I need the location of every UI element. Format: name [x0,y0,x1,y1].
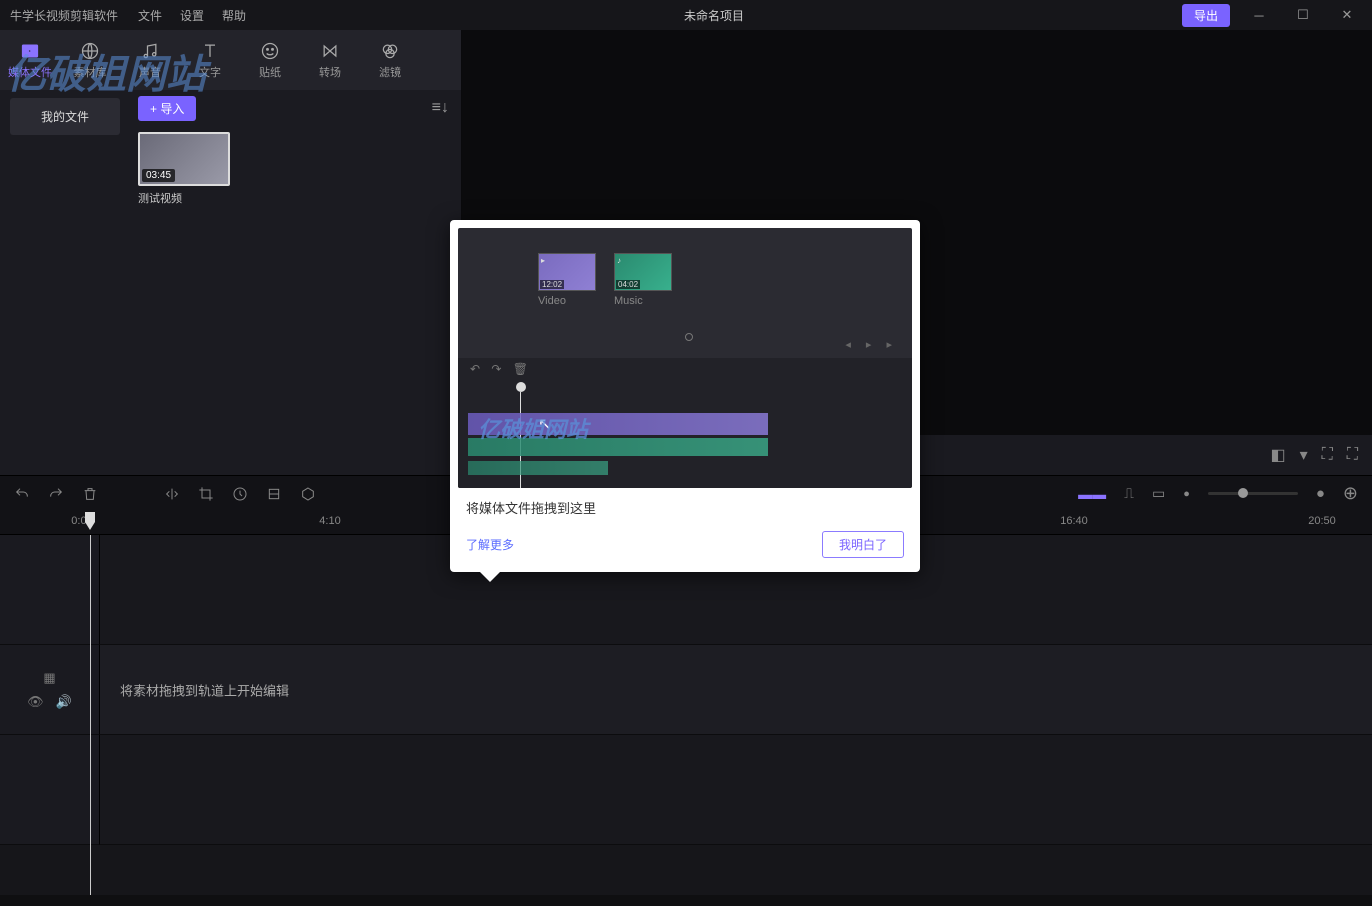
snapshot-icon[interactable]: ◧ [1270,445,1285,465]
dropdown-icon[interactable]: ▾ [1300,445,1308,465]
thumbnail: 03:45 [138,132,230,186]
watermark: 亿破姐网站 [478,412,588,444]
tick: 20:50 [1308,515,1336,527]
tab-label: 媒体文件 [0,64,60,80]
tab-label: 声音 [120,64,180,80]
demo-label: Music [614,295,672,307]
sidebar-item-my-files[interactable]: 我的文件 [10,98,120,135]
transition-icon [300,40,360,62]
zoom-in-icon[interactable]: ● [1316,485,1325,502]
track-row [0,735,1372,845]
export-button[interactable]: 导出 [1182,4,1230,27]
add-track-icon[interactable]: ⊕ [1343,483,1358,504]
tab-media[interactable]: 媒体文件 [0,34,60,86]
tab-label: 滤镜 [360,64,420,80]
playhead[interactable] [84,511,96,538]
menu-help[interactable]: 帮助 [222,7,246,24]
tab-label: 文字 [180,64,240,80]
sort-icon[interactable]: ≡↓ [428,95,453,121]
tab-label: 贴纸 [240,64,300,80]
track-placeholder: 将素材拖拽到轨道上开始编辑 [120,680,289,699]
zoom-slider[interactable] [1208,492,1298,495]
tick: 16:40 [1060,515,1088,527]
track-view-icon[interactable]: ▬▬ [1078,486,1106,502]
demo-dur: 04:02 [616,280,640,289]
link-icon[interactable]: ▭ [1152,485,1165,502]
app-name: 牛学长视频剪辑软件 [10,7,118,24]
rotate-icon[interactable] [266,486,282,502]
timeline-tracks: ▦ 👁 🔊 将素材拖拽到轨道上开始编辑 [0,535,1372,895]
media-icon [0,40,60,62]
learn-more-link[interactable]: 了解更多 [466,536,514,553]
media-area: + 导入 ≡↓ 03:45 测试视频 [130,90,461,475]
tab-transition[interactable]: 转场 [300,34,360,86]
tab-label: 转场 [300,64,360,80]
media-sidebar: 我的文件 [0,90,130,475]
media-name: 测试视频 [138,190,230,206]
eye-icon[interactable]: 👁 [27,694,44,710]
grid-icon[interactable]: ▦ [43,670,55,686]
tab-sticker[interactable]: 贴纸 [240,34,300,86]
marker-icon[interactable] [300,486,316,502]
media-grid: 03:45 测试视频 [130,126,461,212]
tooltip-illustration: ▸12:02 Video ♪04:02 Music ◂ ▸ ▸ ↶ ↷ 🗑 ↖ … [458,228,912,488]
crop-tool-icon[interactable] [198,486,214,502]
magnet-icon[interactable]: ⎍ [1124,485,1134,502]
tool-tabs: 媒体文件 素材库 声音 文字 贴纸 转场 [0,30,461,90]
speaker-icon[interactable]: 🔊 [56,694,72,710]
track-body[interactable] [100,735,1372,845]
media-item[interactable]: 03:45 测试视频 [138,132,230,206]
track-head: ▦ 👁 🔊 [0,645,100,735]
demo-dur: 12:02 [540,280,564,289]
undo-icon[interactable] [14,486,30,502]
speed-icon[interactable] [232,486,248,502]
close-button[interactable]: ✕ [1332,7,1362,23]
music-icon [120,40,180,62]
filter-icon [360,40,420,62]
import-button[interactable]: + 导入 [138,96,196,121]
menu-settings[interactable]: 设置 [180,7,204,24]
redo-icon[interactable] [48,486,64,502]
split-icon[interactable] [164,486,180,502]
tick: 4:10 [319,515,340,527]
media-panel: 媒体文件 素材库 声音 文字 贴纸 转场 [0,30,462,475]
delete-icon[interactable] [82,486,98,502]
tab-label: 素材库 [60,64,120,80]
text-icon [180,40,240,62]
tab-filter[interactable]: 滤镜 [360,34,420,86]
duration-badge: 03:45 [142,169,175,182]
tab-text[interactable]: 文字 [180,34,240,86]
track-head [0,535,100,645]
maximize-button[interactable]: ☐ [1288,7,1318,23]
tab-audio[interactable]: 声音 [120,34,180,86]
playhead-line [90,535,91,895]
titlebar: 牛学长视频剪辑软件 文件 设置 帮助 未命名项目 导出 ─ ☐ ✕ [0,0,1372,30]
ok-button[interactable]: 我明白了 [822,531,904,558]
menu-file[interactable]: 文件 [138,7,162,24]
project-title: 未命名项目 [246,7,1182,24]
tab-library[interactable]: 素材库 [60,34,120,86]
tooltip-title: 将媒体文件拖拽到这里 [466,498,904,517]
minimize-button[interactable]: ─ [1244,8,1274,23]
onboarding-tooltip: ▸12:02 Video ♪04:02 Music ◂ ▸ ▸ ↶ ↷ 🗑 ↖ … [450,220,920,572]
track-body[interactable]: 将素材拖拽到轨道上开始编辑 [100,645,1372,735]
zoom-out-icon[interactable]: ● [1183,488,1190,500]
track-row-main: ▦ 👁 🔊 将素材拖拽到轨道上开始编辑 [0,645,1372,735]
crop-icon[interactable]: ⛶ [1322,446,1333,464]
track-head [0,735,100,845]
globe-icon [60,40,120,62]
sticker-icon [240,40,300,62]
fullscreen-icon[interactable]: ⛶ [1347,446,1358,464]
demo-label: Video [538,295,596,307]
